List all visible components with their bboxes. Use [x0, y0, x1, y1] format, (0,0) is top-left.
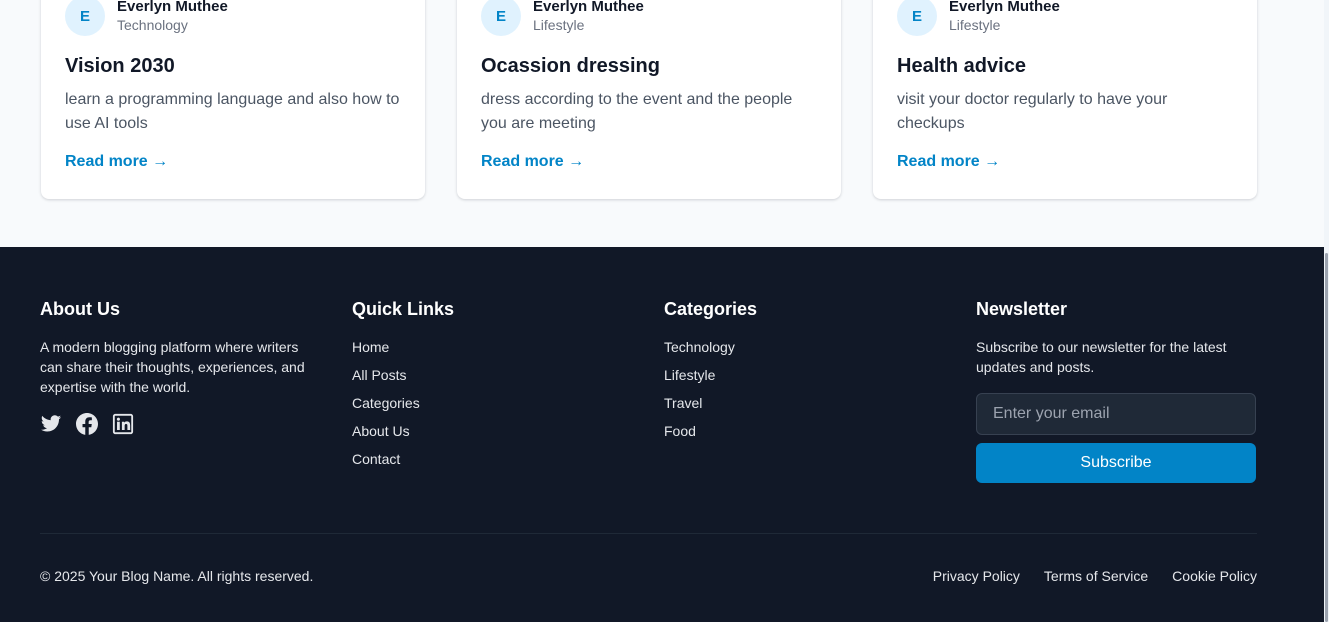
post-excerpt: dress according to the event and the peo… — [481, 91, 793, 132]
quick-links-list: Home All Posts Categories About Us Conta… — [352, 337, 612, 469]
newsletter-email-input[interactable] — [976, 393, 1256, 435]
newsletter-heading: Newsletter — [976, 299, 1068, 319]
terms-of-service-link[interactable]: Terms of Service — [1044, 568, 1148, 584]
author-avatar: E — [481, 0, 521, 36]
cookie-policy-link[interactable]: Cookie Policy — [1172, 568, 1257, 584]
post-title[interactable]: Vision 2030 — [65, 55, 175, 78]
subscribe-button[interactable]: Subscribe — [976, 443, 1256, 483]
blog-card: E Everlyn Muthee Lifestyle Health advice… — [873, 0, 1257, 199]
copyright-text: © 2025 Your Blog Name. All rights reserv… — [40, 568, 314, 584]
page-scrollbar[interactable] — [1324, 0, 1329, 622]
post-category: Lifestyle — [533, 17, 585, 33]
about-heading: About Us — [40, 299, 120, 319]
post-title[interactable]: Health advice — [897, 55, 1026, 78]
footer-categories-column: Categories Technology Lifestyle Travel F… — [664, 299, 924, 449]
quick-link-about-us[interactable]: About Us — [352, 421, 612, 441]
quick-link-contact[interactable]: Contact — [352, 449, 612, 469]
quick-links-heading: Quick Links — [352, 299, 455, 319]
footer-about-column: About Us A modern blogging platform wher… — [40, 299, 320, 435]
blog-card: E Everlyn Muthee Technology Vision 2030 … — [41, 0, 425, 199]
quick-link-all-posts[interactable]: All Posts — [352, 365, 612, 385]
category-link-technology[interactable]: Technology — [664, 337, 924, 357]
social-links — [40, 413, 320, 435]
author-avatar: E — [897, 0, 937, 36]
footer-newsletter-column: Newsletter Subscribe to our newsletter f… — [976, 299, 1256, 483]
scrollbar-thumb[interactable] — [1325, 253, 1328, 622]
read-more-link[interactable]: Read more → — [65, 153, 168, 171]
author-avatar: E — [65, 0, 105, 36]
twitter-icon[interactable] — [40, 413, 62, 435]
blog-cards-section: E Everlyn Muthee Technology Vision 2030 … — [0, 0, 1324, 247]
categories-heading: Categories — [664, 299, 758, 319]
read-more-link[interactable]: Read more → — [897, 153, 1000, 171]
category-link-lifestyle[interactable]: Lifestyle — [664, 365, 924, 385]
footer-divider — [40, 533, 1257, 534]
privacy-policy-link[interactable]: Privacy Policy — [933, 568, 1020, 584]
post-category: Technology — [117, 17, 188, 33]
author-name: Everlyn Muthee — [117, 0, 228, 15]
newsletter-text: Subscribe to our newsletter for the late… — [976, 339, 1227, 375]
category-link-food[interactable]: Food — [664, 421, 924, 441]
post-category: Lifestyle — [949, 17, 1001, 33]
about-text: A modern blogging platform where writers… — [40, 339, 305, 395]
category-link-travel[interactable]: Travel — [664, 393, 924, 413]
footer-quick-links-column: Quick Links Home All Posts Categories Ab… — [352, 299, 612, 477]
post-title[interactable]: Ocassion dressing — [481, 55, 660, 78]
author-name: Everlyn Muthee — [949, 0, 1060, 15]
categories-list: Technology Lifestyle Travel Food — [664, 337, 924, 441]
quick-link-home[interactable]: Home — [352, 337, 612, 357]
blog-card: E Everlyn Muthee Lifestyle Ocassion dres… — [457, 0, 841, 199]
site-footer: About Us A modern blogging platform wher… — [0, 247, 1324, 622]
quick-link-categories[interactable]: Categories — [352, 393, 612, 413]
read-more-link[interactable]: Read more → — [481, 153, 584, 171]
facebook-icon[interactable] — [76, 413, 98, 435]
post-excerpt: visit your doctor regularly to have your… — [897, 91, 1168, 132]
post-excerpt: learn a programming language and also ho… — [65, 91, 400, 132]
author-name: Everlyn Muthee — [533, 0, 644, 15]
legal-links: Privacy Policy Terms of Service Cookie P… — [933, 568, 1257, 584]
linkedin-icon[interactable] — [112, 413, 134, 435]
